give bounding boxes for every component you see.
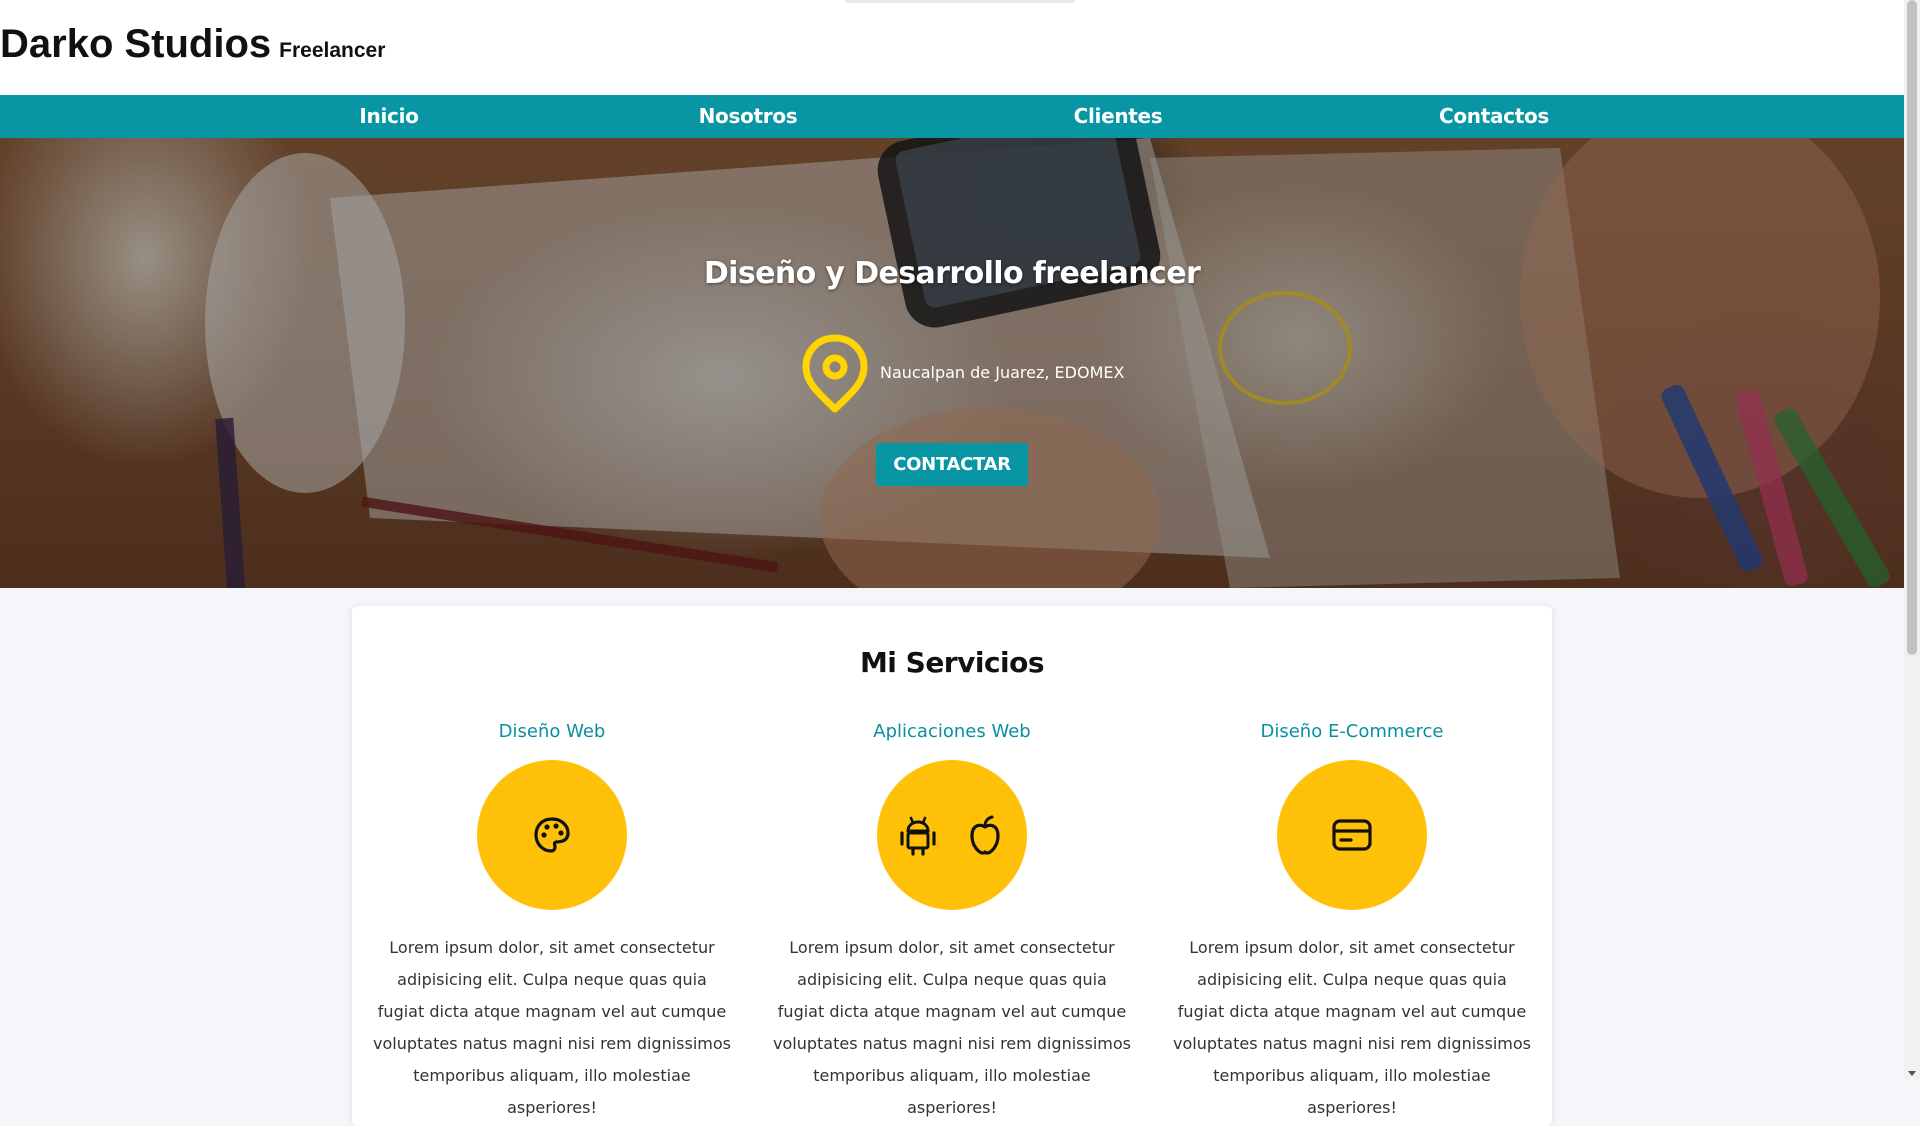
apple-icon [970,815,1000,855]
service-aplicaciones-web: Aplicaciones Web Lorem ipsum dolor, sit … [772,721,1132,1124]
nav-item-inicio[interactable]: Inicio [359,95,418,138]
service-description: Lorem ipsum dolor, sit amet consectetur … [1173,938,1531,1117]
service-title: Aplicaciones Web [873,721,1031,742]
services-heading: Mi Servicios [859,646,1045,679]
hero-title: Diseño y Desarrollo freelancer [703,256,1201,291]
contactar-button[interactable]: CONTACTAR [876,443,1028,486]
nav-item-clientes[interactable]: Clientes [1074,95,1163,138]
android-icon [900,816,936,856]
main-nav: Inicio Nosotros Clientes Contactos [0,95,1904,138]
brand-tagline: Freelancer [279,39,386,62]
service-title: Diseño Web [498,721,606,742]
nav-item-nosotros[interactable]: Nosotros [699,95,798,138]
scrollbar-thumb[interactable] [1907,0,1917,655]
service-diseno-ecommerce: Diseño E-Commerce Lorem ipsum dolor, sit… [1172,721,1532,1124]
location-text: Naucalpan de Juarez, EDOMEX [880,363,1125,382]
service-description: Lorem ipsum dolor, sit amet consectetur … [373,938,731,1117]
services-card: Mi Servicios Diseño Web Lorem ipsum dolo… [352,606,1552,1126]
brand[interactable]: Darko Studios Freelancer [0,22,385,67]
scroll-down-arrow-icon[interactable] [1908,1071,1916,1076]
location-pin-icon [802,334,868,413]
site-header: Darko Studios Freelancer [0,0,1904,95]
service-icon-circle [477,760,627,910]
service-title: Diseño E-Commerce [1260,721,1444,742]
brand-name: Darko Studios [0,22,272,66]
hero-banner: Diseño y Desarrollo freelancer Naucalpan… [0,138,1904,588]
top-edge-shadow [845,0,1075,3]
page-scrollbar[interactable] [1904,0,1920,1080]
service-diseno-web: Diseño Web Lorem ipsum dolor, sit amet c… [372,721,732,1124]
service-description: Lorem ipsum dolor, sit amet consectetur … [773,938,1131,1117]
credit-card-icon [1332,819,1372,851]
service-icon-circle [877,760,1027,910]
nav-item-contactos[interactable]: Contactos [1439,95,1549,138]
palette-icon [534,817,570,853]
service-icon-circle [1277,760,1427,910]
